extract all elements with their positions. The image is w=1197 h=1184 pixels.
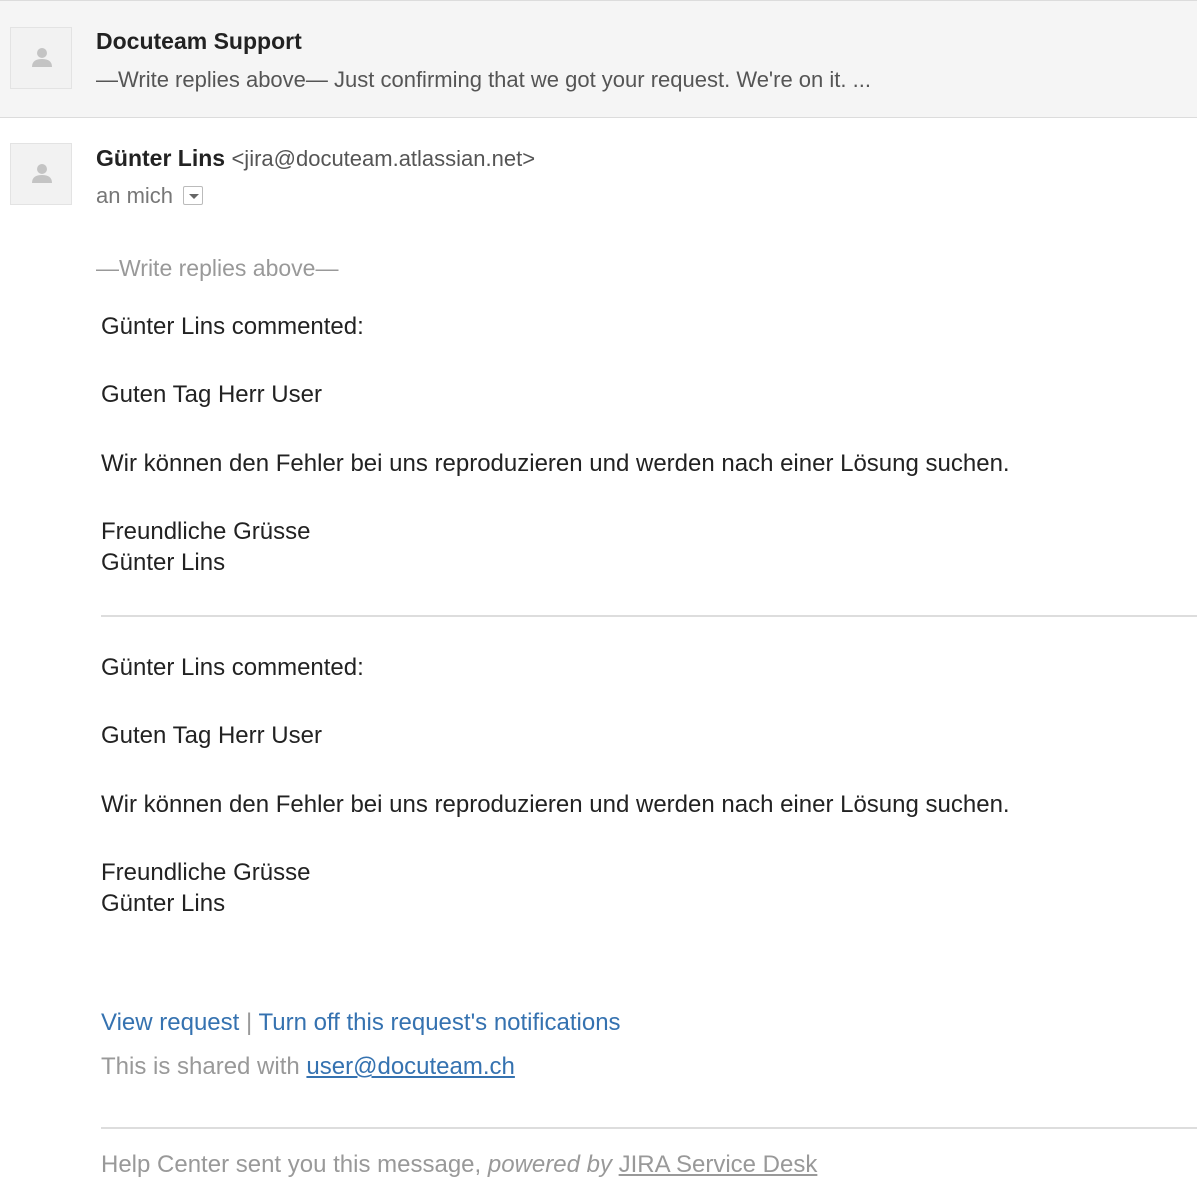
comment-closing: Freundliche Grüsse <box>101 859 311 886</box>
shared-prefix: This is shared with <box>101 1053 300 1080</box>
message-snippet: —Write replies above— Just confirming th… <box>96 67 871 92</box>
view-request-link[interactable]: View request <box>101 1009 239 1036</box>
chevron-down-icon[interactable] <box>183 186 204 205</box>
footer-divider <box>101 1127 1197 1129</box>
avatar <box>10 27 72 89</box>
sender-line: Günter Lins <jira@docuteam.atlassian.net… <box>96 145 535 172</box>
sender-name[interactable]: Günter Lins <box>96 145 225 171</box>
comment-greeting: Guten Tag Herr User <box>101 381 322 408</box>
comment-closing: Freundliche Grüsse <box>101 518 311 545</box>
footer-links: View request | Turn off this request's n… <box>101 1009 621 1037</box>
shared-with-line: This is shared with user@docuteam.ch <box>101 1053 515 1081</box>
collapsed-message[interactable]: Docuteam Support —Write replies above— J… <box>0 0 1197 118</box>
comment-header: Günter Lins commented: <box>101 654 364 681</box>
link-separator: | <box>245 1009 253 1036</box>
recipient-line: an mich <box>96 183 204 209</box>
person-silhouette-icon <box>32 48 52 67</box>
sender-email: <jira@docuteam.atlassian.net> <box>231 146 536 171</box>
comment-signature: Günter Lins <box>101 549 226 576</box>
powered-by: powered by <box>487 1151 612 1178</box>
turn-off-notifications-link[interactable]: Turn off this request's notifications <box>258 1009 620 1036</box>
comment-signature: Günter Lins <box>101 890 226 917</box>
help-center-line: Help Center sent you this message, power… <box>101 1151 817 1179</box>
person-silhouette-icon <box>32 164 52 183</box>
help-prefix: Help Center sent you this message, <box>101 1151 482 1178</box>
recipient-label: an mich <box>96 183 174 208</box>
comment-body: Wir können den Fehler bei uns reproduzie… <box>101 791 1010 818</box>
comment-divider <box>101 615 1197 617</box>
reply-marker: —Write replies above— <box>96 255 339 281</box>
jira-service-desk-link[interactable]: JIRA Service Desk <box>619 1151 818 1178</box>
comment-header: Günter Lins commented: <box>101 313 364 340</box>
avatar <box>10 143 72 205</box>
collapsed-sender-name[interactable]: Docuteam Support <box>96 28 302 55</box>
comment-greeting: Guten Tag Herr User <box>101 722 322 749</box>
shared-email-link[interactable]: user@docuteam.ch <box>306 1053 514 1080</box>
comment-body: Wir können den Fehler bei uns reproduzie… <box>101 450 1010 477</box>
